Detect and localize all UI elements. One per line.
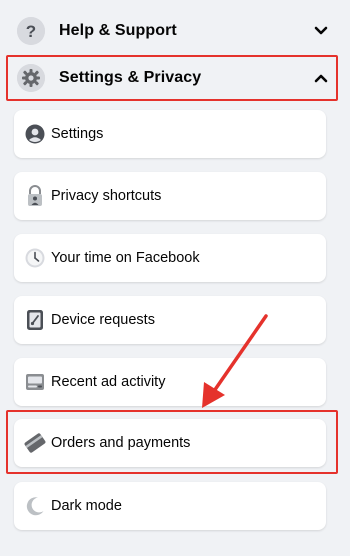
card-icon [24, 432, 46, 454]
svg-text:?: ? [26, 22, 36, 41]
menu-item-privacy-shortcuts[interactable]: Privacy shortcuts [14, 172, 326, 220]
settings-privacy-row[interactable]: Settings & Privacy [0, 54, 350, 101]
help-support-label: Help & Support [59, 22, 177, 39]
moon-icon [24, 495, 46, 517]
menu-item-your-time[interactable]: Your time on Facebook [14, 234, 326, 282]
menu-item-settings[interactable]: Settings [14, 110, 326, 158]
annotation-arrow-icon [202, 314, 268, 408]
menu-item-label: Your time on Facebook [51, 250, 200, 266]
menu-item-label: Device requests [51, 312, 155, 328]
lock-icon [24, 185, 46, 207]
menu-item-label: Privacy shortcuts [51, 188, 162, 204]
menu-item-orders-payments[interactable]: Orders and payments [14, 419, 326, 467]
help-support-row[interactable]: ? Help & Support [0, 4, 350, 58]
menu-item-label: Orders and payments [51, 435, 191, 451]
clock-icon [24, 247, 46, 269]
menu-item-label: Dark mode [51, 498, 122, 514]
gear-icon [17, 63, 45, 92]
menu-item-dark-mode[interactable]: Dark mode [14, 482, 326, 530]
ad-activity-icon [24, 371, 46, 393]
chevron-up-icon[interactable] [314, 71, 328, 85]
menu-item-label: Recent ad activity [51, 374, 166, 390]
question-mark-icon: ? [17, 17, 45, 45]
device-icon [24, 309, 46, 331]
chevron-down-icon[interactable] [314, 24, 328, 38]
profile-icon [24, 123, 46, 145]
settings-privacy-label: Settings & Privacy [59, 68, 202, 86]
menu-item-label: Settings [51, 126, 104, 142]
